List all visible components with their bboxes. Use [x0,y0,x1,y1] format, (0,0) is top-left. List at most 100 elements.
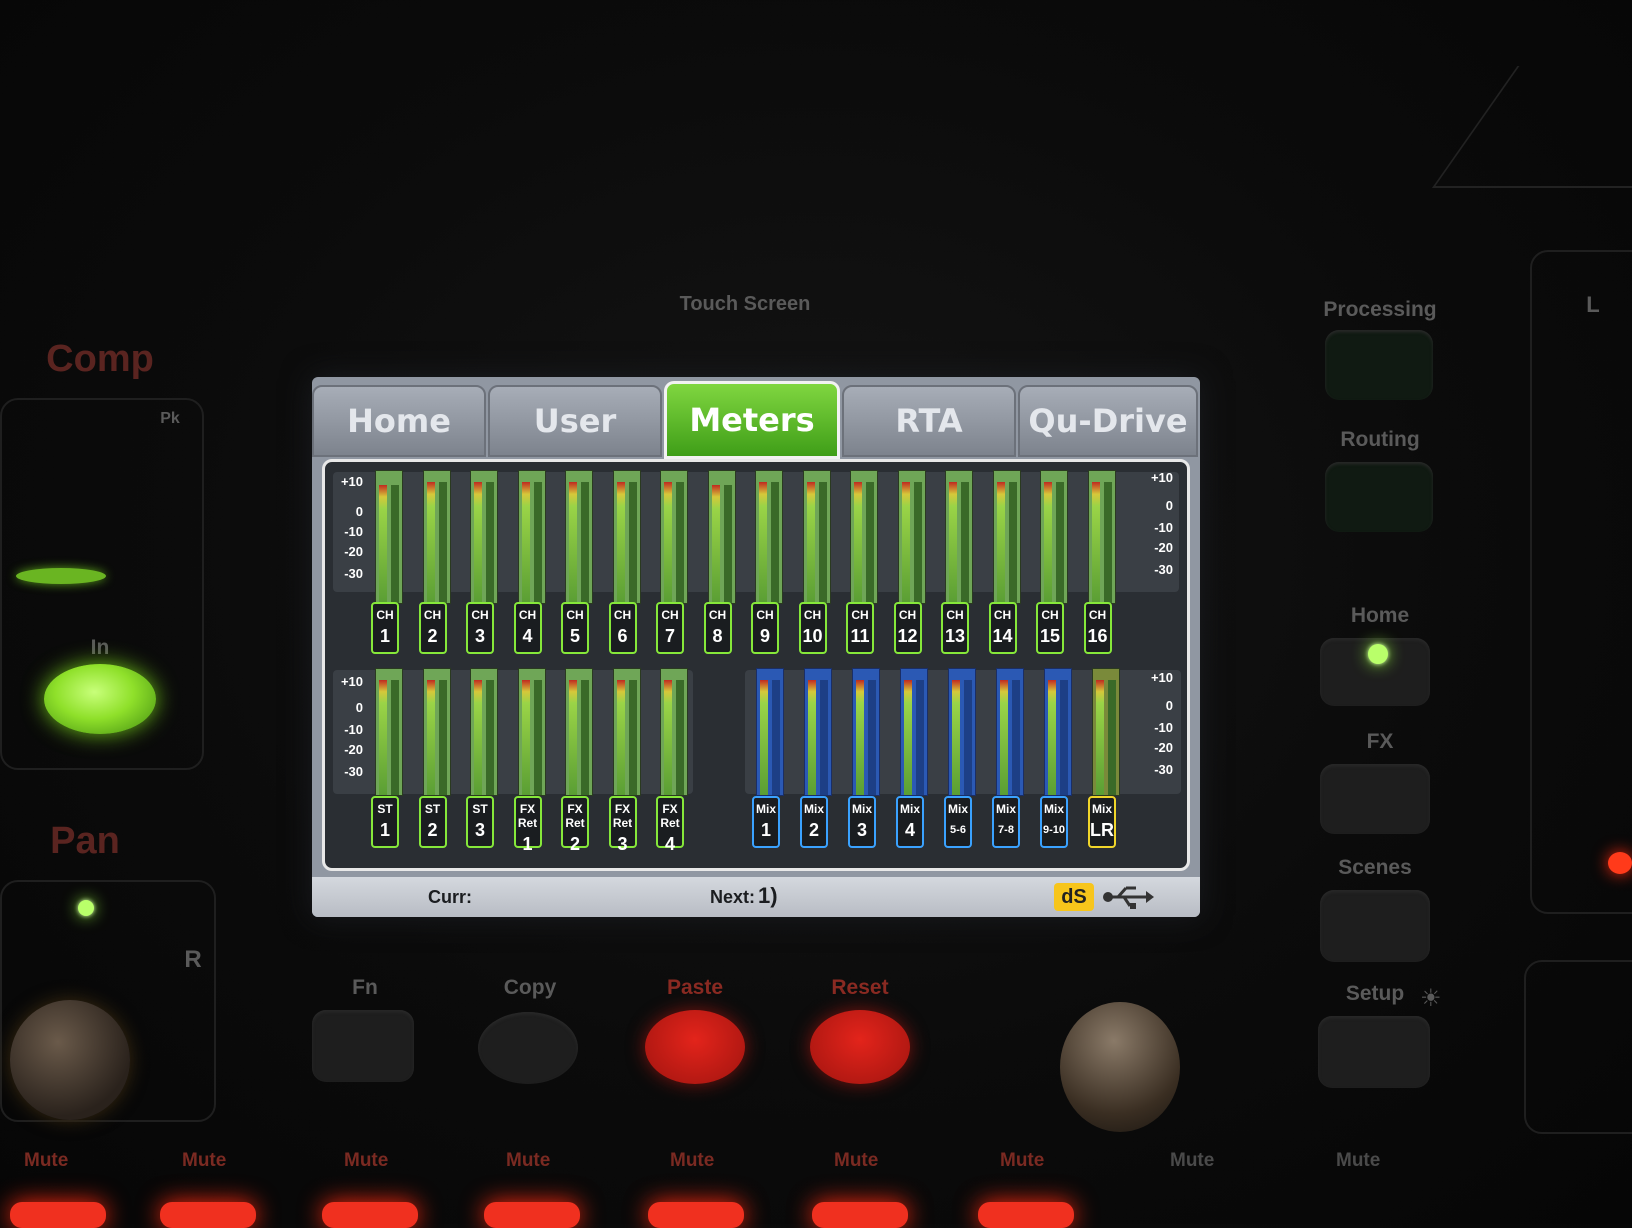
meter-bar [901,482,910,603]
channel-label[interactable]: CH 4 [513,602,542,654]
channel-label[interactable]: FX Ret 2 [561,796,589,854]
channel-label[interactable]: Mix 9-10 [1040,796,1068,848]
channel-label[interactable]: CH 2 [418,602,447,654]
scale-label: +10 [340,674,363,689]
channel-strip[interactable]: CH 13 [941,470,981,654]
channel-label[interactable]: CH 12 [893,602,922,654]
channel-label[interactable]: CH 6 [608,602,637,654]
channel-label[interactable]: CH 15 [1036,602,1064,654]
channel-label[interactable]: CH 10 [798,602,827,654]
channel-strip[interactable]: Mix 9-10 [1040,668,1080,848]
channel-label[interactable]: CH 3 [466,602,494,654]
channel-strip[interactable]: CH 14 [988,470,1029,654]
channel-label[interactable]: CH 7 [656,602,684,654]
channel-strip[interactable]: FX Ret 2 [561,668,601,854]
channel-strip[interactable]: CH 5 [561,470,601,654]
channel-strip[interactable]: ST 2 [418,668,459,848]
channel-strip[interactable]: FX Ret 1 [513,668,554,854]
channel-strip[interactable]: CH 3 [466,470,506,654]
meter-bar [438,680,447,795]
channel-label[interactable]: Mix 2 [800,796,828,848]
tab-home[interactable]: Home [312,385,486,457]
level-meter [900,668,928,796]
channel-strip[interactable]: CH 15 [1036,470,1076,654]
level-meter [470,668,498,796]
channel-strip[interactable]: ST 3 [466,668,506,848]
channel-type-text: CH [993,608,1012,622]
channel-label[interactable]: Mix 1 [752,796,780,848]
channel-label[interactable]: Mix 7-8 [992,796,1020,848]
level-meter [565,668,593,796]
mute-label-9: Mute [1336,1150,1381,1171]
channel-strip[interactable]: CH 11 [846,470,886,654]
tab-meters[interactable]: Meters [664,381,840,459]
mute-button-7[interactable] [978,1202,1074,1228]
meter-bar [521,482,530,603]
input-channel-meters-row: +10 0 -10 -20 -30 +10 0 -10 -20 -30 CH 1 C… [333,470,1179,660]
channel-label[interactable]: ST 2 [418,796,447,848]
channel-strip[interactable]: CH 12 [893,470,934,654]
channel-strip[interactable]: CH 1 [371,470,411,654]
mute-button-4[interactable] [484,1202,580,1228]
tab-qu-drive[interactable]: Qu-Drive [1018,385,1198,457]
tab-user[interactable]: User [488,385,662,457]
mute-button-6[interactable] [812,1202,908,1228]
channel-label[interactable]: FX Ret 3 [608,796,637,854]
channel-strip[interactable]: Mix 2 [800,668,840,848]
channel-number-text: 16 [1087,626,1108,646]
tab-rta[interactable]: RTA [842,385,1016,457]
channel-strip[interactable]: Mix 3 [848,668,888,848]
channel-label[interactable]: CH 5 [561,602,589,654]
channel-strip[interactable]: ST 1 [371,668,411,848]
channel-strip[interactable]: Mix LR [1088,668,1128,848]
channel-label[interactable]: Mix LR [1088,796,1116,848]
channel-strip[interactable]: CH 2 [418,470,459,654]
channel-label[interactable]: ST 1 [371,796,399,848]
channel-strip[interactable]: CH 9 [751,470,791,654]
channel-number-text: 4 [904,820,915,840]
channel-strip[interactable]: CH 6 [608,470,649,654]
channel-strip[interactable]: Mix 5-6 [944,668,984,848]
channel-type-text: CH [1088,608,1107,622]
meter-bar [866,482,874,603]
channel-label[interactable]: Mix 4 [896,796,924,848]
channel-strip[interactable]: CH 7 [656,470,696,654]
channel-strip[interactable]: CH 10 [798,470,839,654]
meter-bar [438,482,447,603]
meter-bar [628,482,637,603]
scale-label: -20 [1154,740,1173,755]
channel-type-text: CH [471,608,489,622]
channel-label[interactable]: FX Ret 1 [513,796,542,854]
channel-label[interactable]: CH 16 [1083,602,1112,654]
mute-button-1[interactable] [10,1202,106,1228]
channel-strip[interactable]: CH 4 [513,470,554,654]
channel-number-text: 2 [427,626,438,646]
channel-strip[interactable]: FX Ret 4 [656,668,696,854]
channel-label[interactable]: CH 1 [371,602,399,654]
channel-strip[interactable]: Mix 1 [752,668,792,848]
channel-strip[interactable]: CH 16 [1083,470,1124,654]
meter-bar [581,680,589,795]
channel-strip[interactable]: Mix 7-8 [992,668,1032,848]
channel-label[interactable]: CH 8 [703,602,732,654]
mute-button-5[interactable] [648,1202,744,1228]
channel-strip[interactable]: FX Ret 3 [608,668,649,854]
channel-type-text: CH [946,608,964,622]
channel-label[interactable]: CH 13 [941,602,969,654]
channel-label[interactable]: CH 11 [846,602,874,654]
channel-number-text: 3 [474,626,485,646]
channel-label[interactable]: CH 9 [751,602,779,654]
mute-button-2[interactable] [160,1202,256,1228]
scale-left-row1: +10 0 -10 -20 -30 [333,470,363,590]
channel-label[interactable]: Mix 5-6 [944,796,972,848]
channel-label[interactable]: FX Ret 4 [656,796,684,854]
channel-label[interactable]: ST 3 [466,796,494,848]
channel-strip[interactable]: Mix 4 [896,668,936,848]
channel-number-text: 1 [522,834,533,854]
channel-strip[interactable]: CH 8 [703,470,744,654]
channel-type-text: Mix [803,802,824,816]
channel-label[interactable]: CH 14 [988,602,1017,654]
level-meter [612,668,641,796]
channel-label[interactable]: Mix 3 [848,796,876,848]
mute-button-3[interactable] [322,1202,418,1228]
